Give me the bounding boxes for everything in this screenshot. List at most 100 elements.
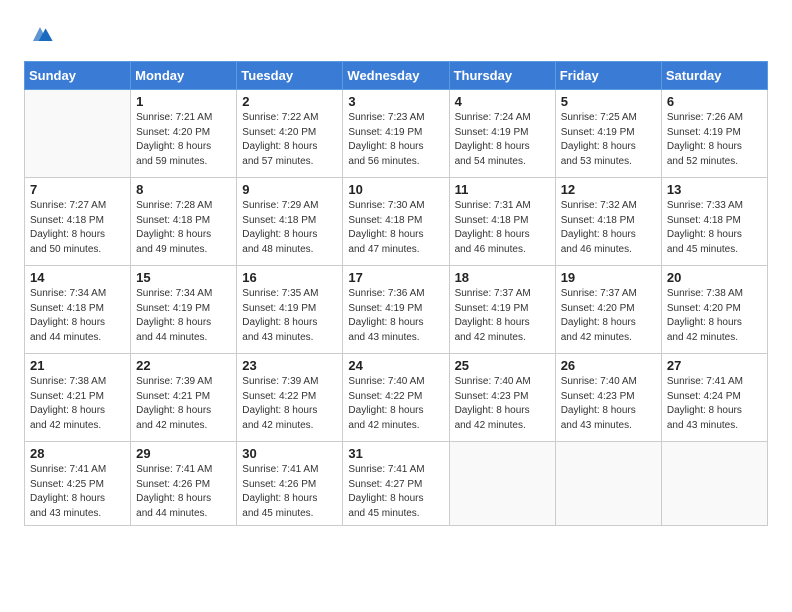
calendar-cell: 10 Sunrise: 7:30 AMSunset: 4:18 PMDayligh…: [343, 178, 449, 266]
day-info: Sunrise: 7:38 AMSunset: 4:21 PMDaylight:…: [30, 375, 125, 433]
day-number: 11: [455, 182, 550, 197]
week-row-5: 28 Sunrise: 7:41 AMSunset: 4:25 PMDayligh…: [25, 442, 768, 526]
day-info: Sunrise: 7:41 AMSunset: 4:27 PMDaylight:…: [348, 463, 443, 521]
calendar-cell: 3Sunrise: 7:23 AMSunset: 4:19 PMDaylight…: [343, 90, 449, 178]
day-number: 3: [348, 94, 443, 109]
calendar-cell: 27 Sunrise: 7:41 AMSunset: 4:24 PMDayligh…: [661, 354, 767, 442]
calendar-cell: 12 Sunrise: 7:32 AMSunset: 4:18 PMDayligh…: [555, 178, 661, 266]
day-number: 15: [136, 270, 231, 285]
day-info: Sunrise: 7:35 AMSunset: 4:19 PMDaylight:…: [242, 287, 337, 345]
day-number: 6: [667, 94, 762, 109]
calendar-cell: 11 Sunrise: 7:31 AMSunset: 4:18 PMDayligh…: [449, 178, 555, 266]
day-info: Sunrise: 7:22 AMSunset: 4:20 PMDaylight:…: [242, 111, 337, 169]
calendar-cell: 18 Sunrise: 7:37 AMSunset: 4:19 PMDayligh…: [449, 266, 555, 354]
calendar-cell: 14Sunrise: 7:34 AMSunset: 4:18 PMDayligh…: [25, 266, 131, 354]
calendar-cell: 13 Sunrise: 7:33 AMSunset: 4:18 PMDayligh…: [661, 178, 767, 266]
day-number: 25: [455, 358, 550, 373]
day-number: 30: [242, 446, 337, 461]
day-info: Sunrise: 7:32 AMSunset: 4:18 PMDaylight:…: [561, 199, 656, 257]
day-info: Sunrise: 7:29 AMSunset: 4:18 PMDaylight:…: [242, 199, 337, 257]
day-info: Sunrise: 7:36 AMSunset: 4:19 PMDaylight:…: [348, 287, 443, 345]
day-info: Sunrise: 7:34 AMSunset: 4:18 PMDaylight:…: [30, 287, 125, 345]
day-number: 9: [242, 182, 337, 197]
calendar-cell: 1Sunrise: 7:21 AMSunset: 4:20 PMDaylight…: [131, 90, 237, 178]
day-info: Sunrise: 7:27 AMSunset: 4:18 PMDaylight:…: [30, 199, 125, 257]
day-info: Sunrise: 7:40 AMSunset: 4:23 PMDaylight:…: [455, 375, 550, 433]
calendar-table: SundayMondayTuesdayWednesdayThursdayFrid…: [24, 61, 768, 526]
weekday-header-friday: Friday: [555, 62, 661, 90]
calendar-cell: 15Sunrise: 7:34 AMSunset: 4:19 PMDayligh…: [131, 266, 237, 354]
day-info: Sunrise: 7:41 AMSunset: 4:24 PMDaylight:…: [667, 375, 762, 433]
calendar-cell: 28 Sunrise: 7:41 AMSunset: 4:25 PMDayligh…: [25, 442, 131, 526]
day-info: Sunrise: 7:38 AMSunset: 4:20 PMDaylight:…: [667, 287, 762, 345]
day-info: Sunrise: 7:41 AMSunset: 4:26 PMDaylight:…: [136, 463, 231, 521]
calendar-cell: [555, 442, 661, 526]
weekday-header-thursday: Thursday: [449, 62, 555, 90]
weekday-header-tuesday: Tuesday: [237, 62, 343, 90]
calendar-cell: 4 Sunrise: 7:24 AMSunset: 4:19 PMDaylight…: [449, 90, 555, 178]
day-info: Sunrise: 7:33 AMSunset: 4:18 PMDaylight:…: [667, 199, 762, 257]
calendar-cell: 9 Sunrise: 7:29 AMSunset: 4:18 PMDaylight…: [237, 178, 343, 266]
day-number: 18: [455, 270, 550, 285]
calendar-cell: 8 Sunrise: 7:28 AMSunset: 4:18 PMDaylight…: [131, 178, 237, 266]
day-number: 5: [561, 94, 656, 109]
calendar-cell: [25, 90, 131, 178]
day-number: 24: [348, 358, 443, 373]
day-info: Sunrise: 7:40 AMSunset: 4:23 PMDaylight:…: [561, 375, 656, 433]
day-number: 22: [136, 358, 231, 373]
day-number: 13: [667, 182, 762, 197]
day-number: 23: [242, 358, 337, 373]
day-number: 4: [455, 94, 550, 109]
day-info: Sunrise: 7:25 AMSunset: 4:19 PMDaylight:…: [561, 111, 656, 169]
day-number: 12: [561, 182, 656, 197]
weekday-header-monday: Monday: [131, 62, 237, 90]
calendar-cell: 20Sunrise: 7:38 AMSunset: 4:20 PMDayligh…: [661, 266, 767, 354]
calendar-cell: 30 Sunrise: 7:41 AMSunset: 4:26 PMDayligh…: [237, 442, 343, 526]
day-info: Sunrise: 7:39 AMSunset: 4:21 PMDaylight:…: [136, 375, 231, 433]
day-info: Sunrise: 7:28 AMSunset: 4:18 PMDaylight:…: [136, 199, 231, 257]
day-number: 26: [561, 358, 656, 373]
day-number: 10: [348, 182, 443, 197]
calendar-cell: 5 Sunrise: 7:25 AMSunset: 4:19 PMDaylight…: [555, 90, 661, 178]
day-info: Sunrise: 7:26 AMSunset: 4:19 PMDaylight:…: [667, 111, 762, 169]
calendar-cell: 24Sunrise: 7:40 AMSunset: 4:22 PMDayligh…: [343, 354, 449, 442]
weekday-header-row: SundayMondayTuesdayWednesdayThursdayFrid…: [25, 62, 768, 90]
day-number: 8: [136, 182, 231, 197]
weekday-header-wednesday: Wednesday: [343, 62, 449, 90]
calendar-cell: 17 Sunrise: 7:36 AMSunset: 4:19 PMDayligh…: [343, 266, 449, 354]
calendar-cell: 23 Sunrise: 7:39 AMSunset: 4:22 PMDayligh…: [237, 354, 343, 442]
calendar-cell: 26 Sunrise: 7:40 AMSunset: 4:23 PMDayligh…: [555, 354, 661, 442]
weekday-header-sunday: Sunday: [25, 62, 131, 90]
day-number: 29: [136, 446, 231, 461]
day-number: 19: [561, 270, 656, 285]
page-header: [24, 20, 768, 53]
logo: [24, 20, 56, 53]
calendar-cell: 2Sunrise: 7:22 AMSunset: 4:20 PMDaylight…: [237, 90, 343, 178]
day-info: Sunrise: 7:24 AMSunset: 4:19 PMDaylight:…: [455, 111, 550, 169]
day-number: 17: [348, 270, 443, 285]
day-info: Sunrise: 7:41 AMSunset: 4:25 PMDaylight:…: [30, 463, 125, 521]
calendar-cell: 7 Sunrise: 7:27 AMSunset: 4:18 PMDaylight…: [25, 178, 131, 266]
week-row-3: 14Sunrise: 7:34 AMSunset: 4:18 PMDayligh…: [25, 266, 768, 354]
day-info: Sunrise: 7:37 AMSunset: 4:19 PMDaylight:…: [455, 287, 550, 345]
calendar-cell: 19 Sunrise: 7:37 AMSunset: 4:20 PMDayligh…: [555, 266, 661, 354]
calendar-cell: 31 Sunrise: 7:41 AMSunset: 4:27 PMDayligh…: [343, 442, 449, 526]
day-number: 31: [348, 446, 443, 461]
day-number: 28: [30, 446, 125, 461]
week-row-2: 7 Sunrise: 7:27 AMSunset: 4:18 PMDaylight…: [25, 178, 768, 266]
calendar-cell: 29 Sunrise: 7:41 AMSunset: 4:26 PMDayligh…: [131, 442, 237, 526]
day-info: Sunrise: 7:31 AMSunset: 4:18 PMDaylight:…: [455, 199, 550, 257]
day-info: Sunrise: 7:41 AMSunset: 4:26 PMDaylight:…: [242, 463, 337, 521]
day-number: 1: [136, 94, 231, 109]
day-number: 16: [242, 270, 337, 285]
day-info: Sunrise: 7:30 AMSunset: 4:18 PMDaylight:…: [348, 199, 443, 257]
weekday-header-saturday: Saturday: [661, 62, 767, 90]
week-row-4: 21Sunrise: 7:38 AMSunset: 4:21 PMDayligh…: [25, 354, 768, 442]
day-info: Sunrise: 7:37 AMSunset: 4:20 PMDaylight:…: [561, 287, 656, 345]
logo-icon: [26, 20, 54, 48]
day-info: Sunrise: 7:39 AMSunset: 4:22 PMDaylight:…: [242, 375, 337, 433]
day-number: 27: [667, 358, 762, 373]
calendar-cell: [449, 442, 555, 526]
calendar-cell: 6 Sunrise: 7:26 AMSunset: 4:19 PMDaylight…: [661, 90, 767, 178]
day-number: 7: [30, 182, 125, 197]
